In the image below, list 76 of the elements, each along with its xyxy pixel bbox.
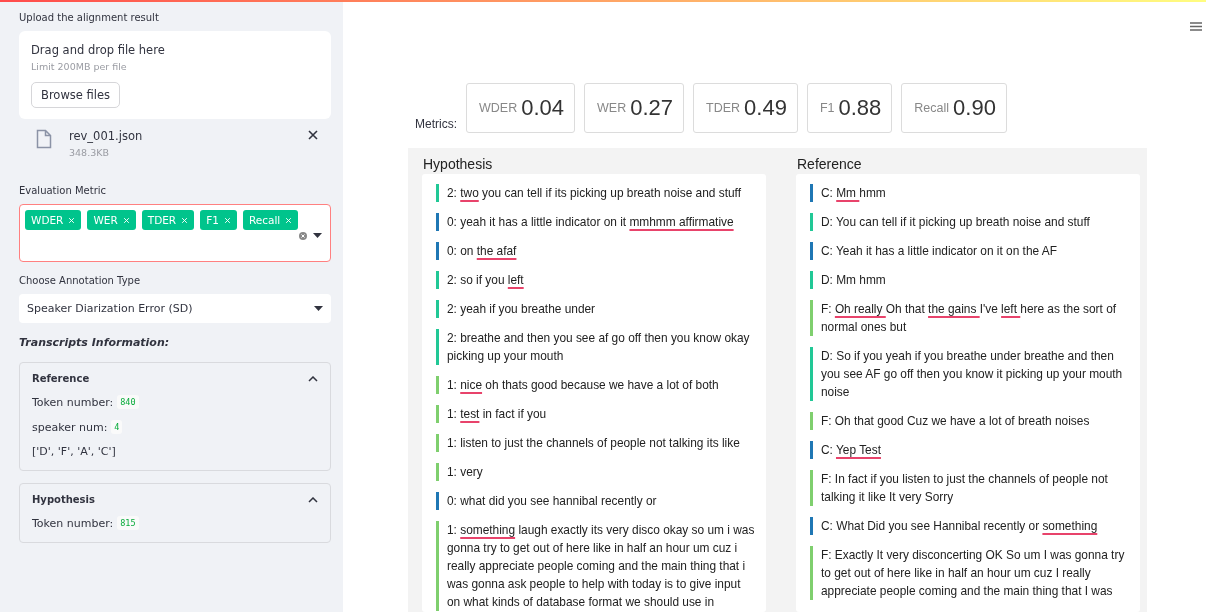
metric-value: 0.04 (521, 95, 565, 121)
expander-title[interactable]: Reference (32, 373, 90, 384)
utterance: 2: breathe and then you see af go off then you know okay picking up your mouth (436, 329, 756, 365)
info-heading: Transcripts Information: (19, 336, 171, 349)
utterance: F: Oh really Oh that the gains I've left here as the sort of normal ones but (810, 300, 1130, 336)
utterance: 1: test in fact if you (436, 405, 756, 423)
file-dropzone[interactable]: Drag and drop file here Limit 200MB per file Browse files (19, 31, 331, 119)
utterance: C: Yep Test (810, 441, 1130, 459)
metric-value: 0.90 (953, 95, 996, 121)
caret-icon (313, 233, 322, 238)
utterance: 0: what did you see hannibal recently or (436, 492, 756, 510)
info-label: speaker num: (32, 420, 108, 434)
browse-files-button[interactable]: Browse files (31, 82, 121, 108)
file-name: rev_001.json (69, 129, 143, 143)
dropzone-title: Drag and drop file here (31, 43, 165, 57)
info-value: 4 (111, 420, 123, 434)
transcript-title: Hypothesis (423, 156, 494, 172)
file-size: 348.3KB (69, 147, 109, 158)
utterance: C: Yeah it has a little indicator on it on the AF (810, 242, 1130, 260)
utterance: D: Mm hmm (810, 271, 1130, 289)
remove-file-button[interactable] (307, 129, 319, 141)
clear-all-icon[interactable] (299, 231, 307, 240)
info-label: Token number: (32, 516, 114, 530)
file-limit-text: Limit 200MB per file (31, 61, 127, 72)
utterance: D: You can tell if it picking up breath noise and stuff (810, 213, 1130, 231)
file-icon (36, 129, 52, 149)
expander-title[interactable]: Hypothesis (32, 494, 95, 505)
utterance: F: In fact if you listen to just the channels of people not talking it like It very Sorry (810, 470, 1130, 506)
utterance: F: Exactly It very disconcerting OK So um I was gonna try to get out of here like in half an hour um cuz I really appreciate people coming and the main thing that I was (810, 546, 1130, 600)
utterance: 1: something laugh exactly its very disco okay so um i was gonna try to get out of here like in half an hour um cuz i really appreciate people coming and the main thing that i was gonna ask people to help with today is to give input on what kinds of database format we should use in (436, 521, 756, 611)
utterance: D: So if you yeah if you breathe under breathe and then you see AF go off then you know it picking up your mouth noise (810, 347, 1130, 401)
metric-name: TDER (706, 101, 741, 115)
metric-select-label: Evaluation Metric (19, 185, 108, 196)
utterance: 2: two you can tell if its picking up breath noise and stuff (436, 184, 756, 202)
remove-tag-icon (122, 216, 130, 224)
metric-tag[interactable]: WDER (25, 210, 82, 230)
remove-tag-icon (68, 216, 76, 224)
metric-value: 0.27 (630, 95, 674, 121)
menu-button[interactable] (1188, 20, 1204, 33)
utterance: 1: listen to just the channels of people not talking its like (436, 434, 756, 452)
close-icon (307, 129, 319, 141)
metric-tag[interactable]: WER (87, 210, 136, 230)
chevron-up-icon[interactable] (308, 375, 318, 382)
utterance: 2: so if you left (436, 271, 756, 289)
metric-name: WDER (479, 101, 518, 115)
chevron-up-icon[interactable] (308, 496, 318, 503)
metric-tag[interactable]: Recall (242, 210, 299, 230)
caret-icon (314, 306, 323, 311)
upload-label: Upload the alignment result (19, 12, 160, 23)
utterance: C: What Did you see Hannibal recently or something (810, 517, 1130, 535)
remove-tag-icon (223, 216, 231, 224)
utterance: F: Oh that good Cuz we have a lot of breath noises (810, 412, 1130, 430)
metric-value: 0.49 (744, 95, 787, 121)
info-value: 815 (117, 516, 139, 530)
speaker-list-text: ['D', 'F', 'A', 'C'] (32, 445, 116, 458)
metric-tag[interactable]: F1 (200, 210, 237, 230)
utterance: 0: yeah it has a little indicator on it mmhmm affirmative (436, 213, 756, 231)
info-label: Token number: (32, 395, 114, 409)
metric-name: WER (597, 101, 627, 115)
annotation-type-select[interactable]: Speaker Diarization Error (SD) (19, 294, 331, 323)
utterance: 0: on the afaf (436, 242, 756, 260)
remove-tag-icon (181, 216, 189, 224)
annotation-select-label: Choose Annotation Type (19, 275, 142, 286)
metric-name: Recall (914, 101, 950, 115)
remove-tag-icon (285, 216, 293, 224)
utterance: C: Mm hmm (810, 184, 1130, 202)
metrics-label: Metrics: (415, 117, 457, 131)
utterance: 1: nice oh thats good because we have a lot of both (436, 376, 756, 394)
info-value: 840 (117, 395, 139, 409)
metric-value: 0.88 (838, 95, 882, 121)
metric-name: F1 (819, 101, 835, 115)
transcript-title: Reference (797, 156, 863, 172)
metric-tag[interactable]: TDER (141, 210, 195, 230)
utterance: 1: very (436, 463, 756, 481)
metric-multiselect[interactable]: WDER WER TDER F1 Recall (19, 204, 331, 262)
utterance: 2: yeah if you breathe under (436, 300, 756, 318)
